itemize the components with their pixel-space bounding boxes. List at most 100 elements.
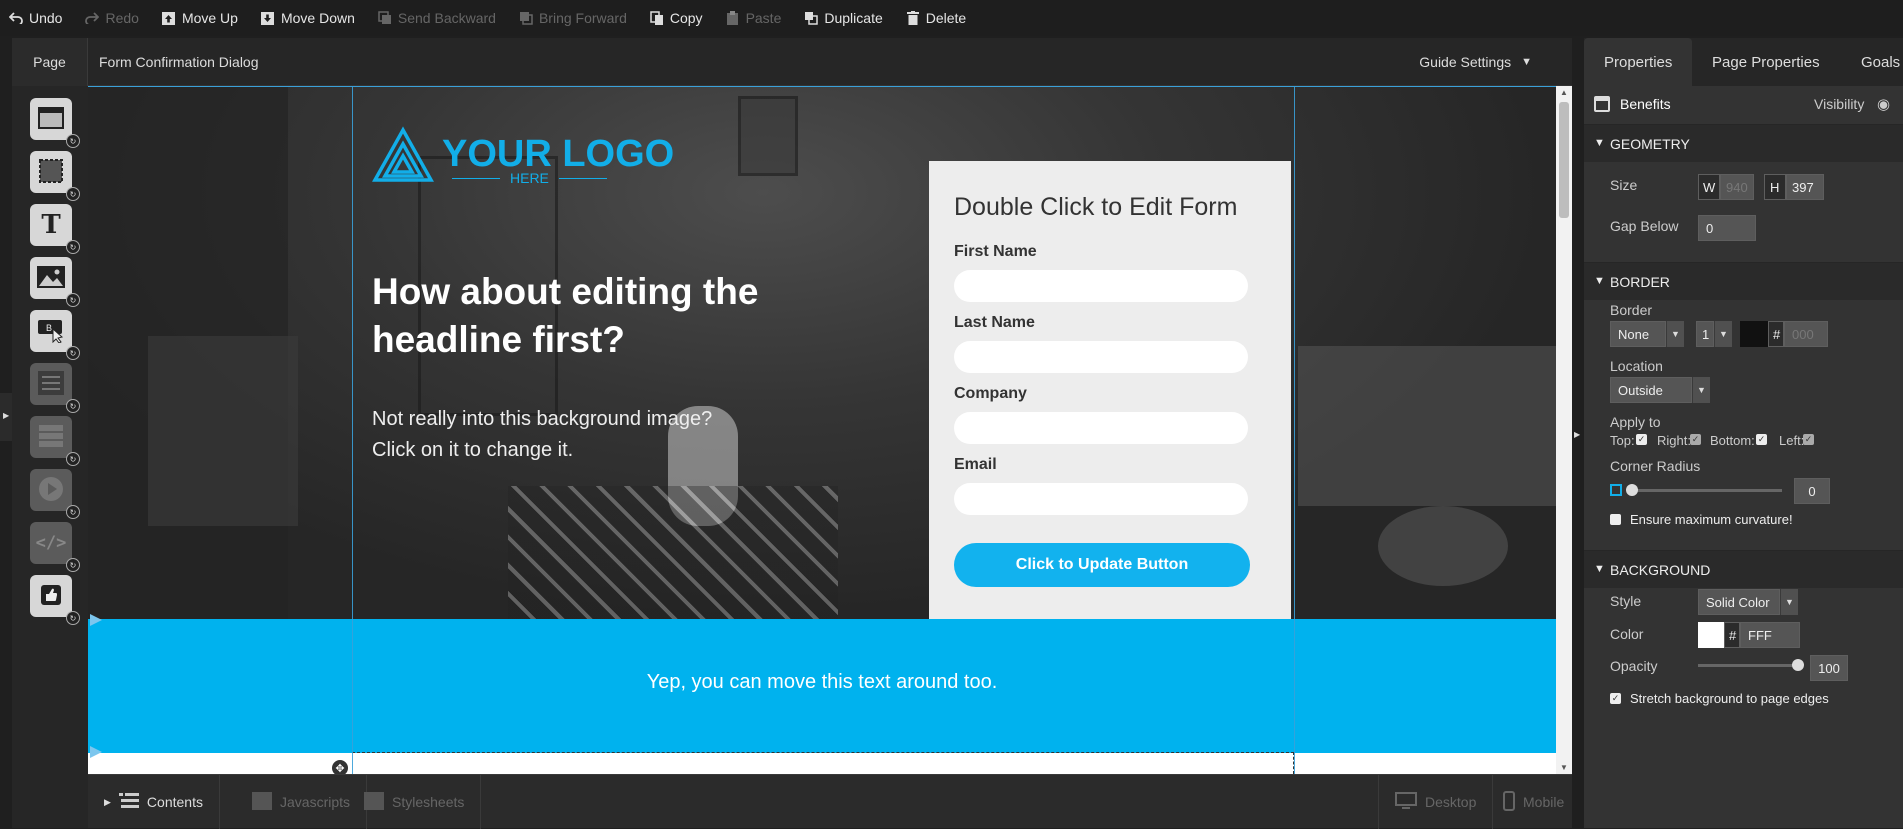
video-tool[interactable]: ↻: [30, 469, 80, 519]
logo-text: YOUR LOGO: [442, 133, 675, 175]
width-field[interactable]: 940: [1720, 174, 1754, 200]
bg-style-select[interactable]: Solid Color: [1698, 589, 1780, 615]
undo-button[interactable]: Undo: [8, 10, 62, 26]
email-field[interactable]: [954, 483, 1248, 515]
list-icon: [118, 792, 139, 813]
list-tool[interactable]: ↻: [30, 416, 80, 466]
chevron-down-icon[interactable]: ▼: [1692, 377, 1710, 403]
location-select[interactable]: Outside: [1610, 377, 1692, 403]
page-name: Form Confirmation Dialog: [99, 54, 259, 70]
pouf-shape: [1378, 506, 1508, 586]
trash-icon: [905, 10, 921, 26]
move-handle-icon[interactable]: ✥: [332, 760, 348, 774]
js-icon: [252, 791, 272, 813]
border-color-swatch[interactable]: [1740, 321, 1768, 347]
add-badge-icon: ↻: [66, 558, 80, 572]
background-section-header[interactable]: ▼ BACKGROUND: [1584, 550, 1903, 588]
apply-left-checkbox[interactable]: ✓: [1803, 434, 1814, 445]
opacity-slider[interactable]: [1698, 664, 1798, 667]
button-tool[interactable]: B ↻: [30, 310, 80, 360]
copy-button[interactable]: Copy: [649, 10, 703, 26]
tab-goals[interactable]: Goals: [1861, 38, 1900, 86]
bg-style-label: Style: [1610, 593, 1642, 609]
move-down-button[interactable]: Move Down: [260, 10, 355, 26]
geometry-section-header[interactable]: ▼ GEOMETRY: [1584, 124, 1903, 162]
page-tab[interactable]: Page: [12, 38, 88, 86]
headline[interactable]: How about editing the headline first?: [372, 268, 772, 364]
desktop-label: Desktop: [1425, 794, 1477, 810]
paste-button[interactable]: Paste: [725, 10, 781, 26]
left-collapse-handle[interactable]: ▶: [0, 393, 12, 441]
send-backward-label: Send Backward: [397, 10, 496, 26]
opacity-field[interactable]: 100: [1810, 655, 1848, 681]
apply-top-checkbox[interactable]: ✓: [1636, 434, 1647, 445]
scroll-up-icon[interactable]: ▲: [1560, 88, 1568, 97]
properties-tabs: Properties Page Properties Goals: [1584, 38, 1903, 86]
box-tool[interactable]: ↻: [30, 98, 80, 148]
box-icon: [38, 106, 64, 132]
duplicate-button[interactable]: Duplicate: [803, 10, 883, 26]
redo-button[interactable]: Redo: [84, 10, 139, 26]
chevron-down-icon[interactable]: ▼: [1666, 321, 1684, 347]
hero-background-image[interactable]: YOUR LOGO HERE How about editing the hea…: [88, 86, 1556, 619]
last-name-field[interactable]: [954, 341, 1248, 373]
contents-tab[interactable]: ▶ Contents: [88, 775, 220, 829]
scroll-thumb[interactable]: [1559, 102, 1569, 218]
mobile-view-button[interactable]: Mobile: [1487, 775, 1580, 829]
send-backward-button[interactable]: Send Backward: [377, 10, 496, 26]
page-canvas[interactable]: YOUR LOGO HERE How about editing the hea…: [88, 86, 1556, 774]
add-badge-icon: ↻: [66, 346, 80, 360]
bring-forward-button[interactable]: Bring Forward: [518, 10, 627, 26]
eye-icon[interactable]: ◉: [1877, 95, 1890, 113]
border-width-select[interactable]: 1: [1696, 321, 1714, 347]
logo[interactable]: YOUR LOGO HERE: [372, 126, 675, 186]
redo-label: Redo: [105, 10, 139, 26]
add-badge-icon: ↻: [66, 611, 80, 625]
blue-band-section[interactable]: Yep, you can move this text around too.: [88, 619, 1556, 753]
caret-down-icon: ▼: [1521, 56, 1532, 68]
submit-button[interactable]: Click to Update Button: [954, 543, 1250, 587]
border-section-header[interactable]: ▼ BORDER: [1584, 262, 1903, 300]
first-name-field[interactable]: [954, 270, 1248, 302]
apply-right-checkbox[interactable]: ✓: [1690, 434, 1701, 445]
height-field[interactable]: 397: [1786, 174, 1824, 200]
scroll-down-icon[interactable]: ▼: [1560, 763, 1568, 772]
guide-settings-dropdown[interactable]: Guide Settings ▼: [1419, 54, 1532, 70]
corner-radius-field[interactable]: 0: [1794, 478, 1830, 504]
corner-radius-knob[interactable]: [1626, 484, 1638, 496]
corner-radius-icon: [1610, 484, 1622, 496]
section-tool[interactable]: ↻: [30, 151, 80, 201]
corner-radius-slider[interactable]: [1632, 489, 1782, 492]
social-tool[interactable]: ↻: [30, 575, 80, 625]
first-name-label: First Name: [954, 243, 1037, 260]
text-tool[interactable]: T ↻: [30, 204, 80, 254]
send-backward-icon: [377, 10, 393, 26]
tab-page-properties[interactable]: Page Properties: [1712, 38, 1820, 86]
desktop-view-button[interactable]: Desktop: [1378, 775, 1494, 829]
canvas-scrollbar[interactable]: ▲ ▼: [1556, 86, 1572, 774]
curvature-checkbox[interactable]: [1610, 514, 1621, 525]
move-up-button[interactable]: Move Up: [161, 10, 238, 26]
code-tool[interactable]: </> ↻: [30, 522, 80, 572]
border-color-field[interactable]: 000: [1784, 321, 1828, 347]
delete-button[interactable]: Delete: [905, 10, 966, 26]
border-style-select[interactable]: None: [1610, 321, 1666, 347]
stylesheets-tab[interactable]: Stylesheets: [348, 775, 482, 829]
form-tool[interactable]: ↻: [30, 363, 80, 413]
image-tool[interactable]: ↻: [30, 257, 80, 307]
right-collapse-handle[interactable]: ▶: [1572, 38, 1584, 828]
chevron-down-icon[interactable]: ▼: [1780, 589, 1798, 615]
gap-below-field[interactable]: 0: [1698, 215, 1756, 241]
chevron-down-icon[interactable]: ▼: [1714, 321, 1732, 347]
band-text[interactable]: Yep, you can move this text around too.: [88, 671, 1556, 694]
apply-bottom-checkbox[interactable]: ✓: [1756, 434, 1767, 445]
bg-color-field[interactable]: FFF: [1740, 622, 1800, 648]
company-field[interactable]: [954, 412, 1248, 444]
body-text[interactable]: Not really into this background image? C…: [372, 404, 742, 466]
tab-properties[interactable]: Properties: [1584, 38, 1693, 86]
bg-color-swatch[interactable]: [1698, 622, 1724, 648]
form-title[interactable]: Double Click to Edit Form: [954, 193, 1237, 222]
stretch-checkbox[interactable]: ✓: [1610, 693, 1621, 704]
opacity-knob[interactable]: [1792, 659, 1804, 671]
stretch-label: Stretch background to page edges: [1630, 691, 1829, 706]
